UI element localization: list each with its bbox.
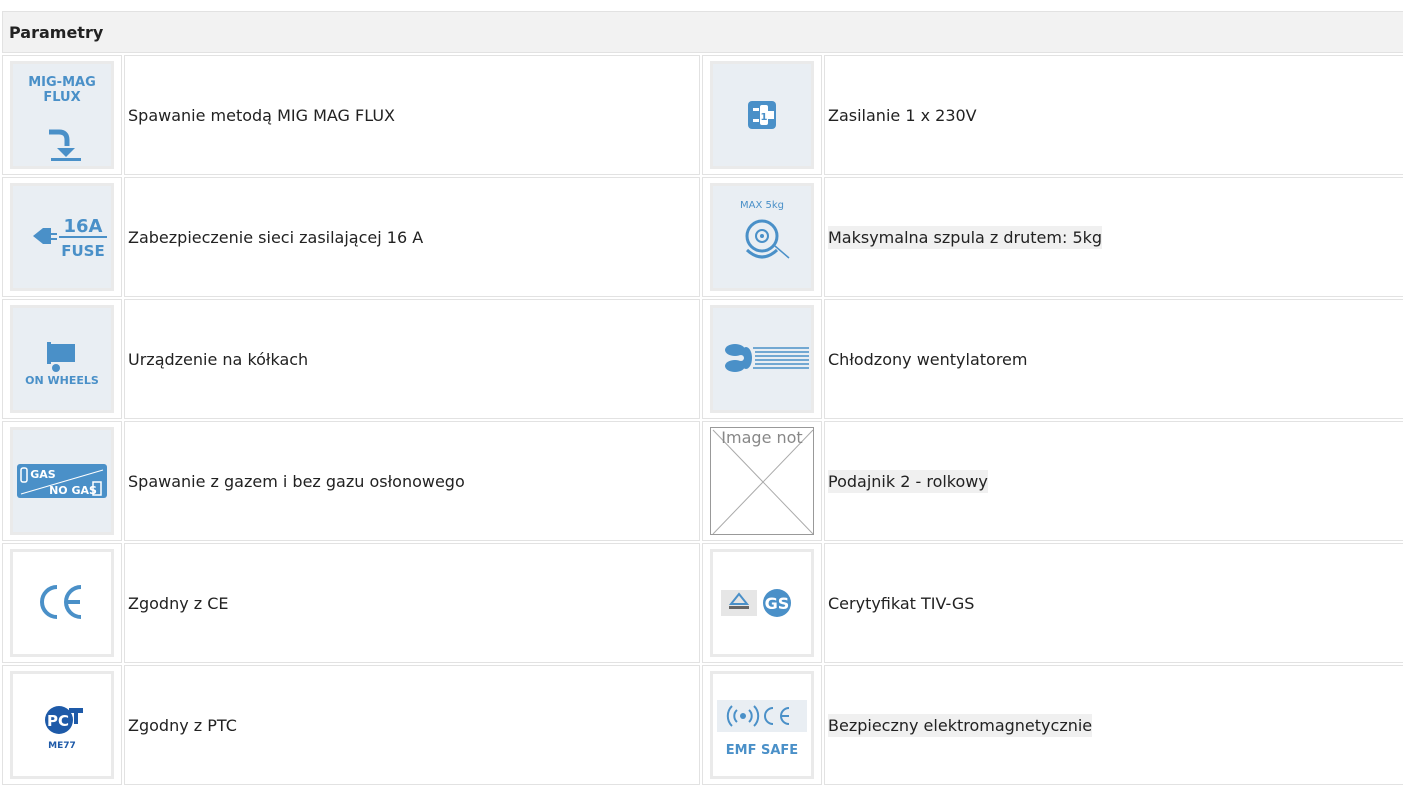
- table-row: GAS NO GAS Spawanie z gazem i bez gazu o…: [2, 421, 1403, 541]
- emf-safe-icon: EMF SAFE: [710, 671, 814, 779]
- table-row: PC ME77 Zgodny z PTC EMF SAFE Bezpieczny…: [2, 665, 1403, 785]
- param-text: Zgodny z PTC: [124, 665, 700, 785]
- svg-text:MIG-MAG: MIG-MAG: [28, 75, 96, 90]
- svg-text:ME77: ME77: [48, 741, 76, 751]
- plug-1-phase-icon: 1: [710, 61, 814, 169]
- parameters-table: Parametry MIG-MAG FLUX Spawanie metodą M…: [0, 9, 1403, 787]
- fan-cooling-icon: [710, 305, 814, 413]
- on-wheels-icon: ON WHEELS: [10, 305, 114, 413]
- svg-text:PC: PC: [47, 712, 69, 730]
- mig-mag-flux-icon: MIG-MAG FLUX: [10, 61, 114, 169]
- ce-mark-icon: [10, 549, 114, 657]
- icon-cell: GAS NO GAS: [2, 421, 122, 541]
- fuse-16a-icon: 16A FUSE: [10, 183, 114, 291]
- icon-cell: [702, 299, 822, 419]
- gas-no-gas-icon: GAS NO GAS: [10, 427, 114, 535]
- icon-cell: Image not: [702, 421, 822, 541]
- table-header: Parametry: [2, 11, 1403, 53]
- param-text: Zgodny z CE: [124, 543, 700, 663]
- param-text: Spawanie metodą MIG MAG FLUX: [124, 55, 700, 175]
- param-text: Bezpieczny elektromagnetycznie: [824, 665, 1403, 785]
- svg-text:EMF SAFE: EMF SAFE: [726, 743, 798, 758]
- param-text: Urządzenie na kółkach: [124, 299, 700, 419]
- param-text: Cerytyfikat TIV-GS: [824, 543, 1403, 663]
- param-text: Spawanie z gazem i bez gazu osłonowego: [124, 421, 700, 541]
- svg-text:GAS: GAS: [30, 468, 56, 481]
- table-row: MIG-MAG FLUX Spawanie metodą MIG MAG FLU…: [2, 55, 1403, 175]
- table-row: 16A FUSE Zabezpieczenie sieci zasilające…: [2, 177, 1403, 297]
- param-text: Podajnik 2 - rolkowy: [824, 421, 1403, 541]
- param-text: Chłodzony wentylatorem: [824, 299, 1403, 419]
- icon-cell: MIG-MAG FLUX: [2, 55, 122, 175]
- icon-cell: 16A FUSE: [2, 177, 122, 297]
- icon-cell: EMF SAFE: [702, 665, 822, 785]
- svg-text:MAX 5kg: MAX 5kg: [740, 200, 784, 211]
- table-row: Zgodny z CE GS Cerytyfikat TIV-GS: [2, 543, 1403, 663]
- icon-cell: MAX 5kg: [702, 177, 822, 297]
- param-text: Zabezpieczenie sieci zasilającej 16 A: [124, 177, 700, 297]
- svg-text:NO GAS: NO GAS: [49, 484, 97, 497]
- svg-text:16A: 16A: [64, 216, 103, 237]
- tuv-gs-icon: GS: [710, 549, 814, 657]
- icon-cell: GS: [702, 543, 822, 663]
- svg-text:ON WHEELS: ON WHEELS: [25, 374, 99, 387]
- broken-image-icon: Image not: [710, 427, 814, 535]
- icon-cell: 1: [702, 55, 822, 175]
- icon-cell: PC ME77: [2, 665, 122, 785]
- svg-text:FLUX: FLUX: [43, 90, 80, 105]
- broken-image-alt: Image not: [721, 428, 803, 447]
- param-text: Maksymalna szpula z drutem: 5kg: [824, 177, 1403, 297]
- icon-cell: ON WHEELS: [2, 299, 122, 419]
- svg-text:GS: GS: [765, 594, 790, 613]
- param-text: Zasilanie 1 x 230V: [824, 55, 1403, 175]
- wire-spool-icon: MAX 5kg: [710, 183, 814, 291]
- pct-me77-icon: PC ME77: [10, 671, 114, 779]
- icon-cell: [2, 543, 122, 663]
- svg-text:1: 1: [761, 112, 768, 123]
- svg-text:FUSE: FUSE: [61, 242, 104, 260]
- table-row: ON WHEELS Urządzenie na kółkach Chłodzon…: [2, 299, 1403, 419]
